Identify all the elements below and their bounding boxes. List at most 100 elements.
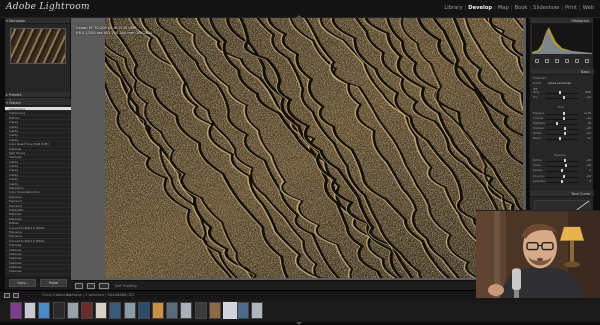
filmstrip-thumbnail[interactable] — [251, 302, 264, 319]
filmstrip-thumbnail[interactable] — [194, 302, 207, 319]
tone-curve-header[interactable]: Tone Curve — [530, 191, 594, 197]
paste-button[interactable]: Paste — [40, 279, 67, 287]
left-panel: Navigator Presets Snapshots History Shar… — [5, 18, 71, 290]
filmstrip-thumbnail[interactable] — [95, 302, 108, 319]
slider-knob[interactable] — [564, 127, 567, 130]
slider-tint[interactable]: Tint +10 — [533, 96, 591, 100]
module-develop[interactable]: Develop — [468, 5, 492, 11]
history-item-label: Shadows — [9, 256, 22, 261]
slider-value[interactable]: +20 — [586, 159, 591, 162]
filmstrip-thumbnail[interactable] — [109, 302, 122, 319]
filmstrip-thumbnail[interactable] — [66, 302, 79, 319]
slider-knob[interactable] — [562, 96, 565, 99]
slider-knob[interactable] — [562, 117, 565, 120]
before-after-icon[interactable] — [87, 283, 95, 289]
slider-knob[interactable] — [561, 180, 563, 183]
slider-temp[interactable]: Temp 4850 — [533, 91, 591, 95]
slider-track[interactable] — [546, 161, 578, 162]
filmstrip-thumbnail[interactable] — [208, 302, 221, 319]
slider-texture[interactable]: Texture +20 — [533, 159, 591, 163]
history-item-label: Clarity — [9, 159, 19, 164]
soft-proofing-toggle[interactable]: Soft Proofing — [115, 284, 137, 288]
slider-contrast[interactable]: Contrast +10 — [533, 117, 591, 121]
slider-value[interactable]: 4850 — [585, 91, 591, 94]
filmstrip-thumbnail[interactable] — [237, 302, 250, 319]
profile-dropdown[interactable]: Adobe Landscape — [548, 82, 571, 85]
slider-dehaze[interactable]: Dehaze 0 — [533, 169, 591, 173]
slider-track[interactable] — [546, 134, 578, 135]
history-header[interactable]: History — [5, 100, 71, 106]
filmstrip-thumbnail[interactable] — [180, 302, 193, 319]
slider-value[interactable]: +10 — [586, 117, 591, 120]
slider-knob[interactable] — [556, 122, 559, 125]
spot-removal-icon[interactable] — [545, 59, 549, 63]
slider-track[interactable] — [546, 166, 578, 167]
slider-knob[interactable] — [559, 91, 562, 94]
module-map[interactable]: Map — [498, 5, 509, 11]
module-book[interactable]: Book — [515, 5, 528, 11]
main-canvas: Canon EF 70-200 f/2.8L IS III USM f/8.0 … — [71, 18, 526, 280]
crop-tool-icon[interactable] — [535, 59, 539, 63]
filmstrip-thumbnail[interactable] — [123, 302, 136, 319]
histogram-label: Histogram — [571, 19, 589, 23]
slider-value[interactable]: +10 — [586, 96, 591, 99]
filmstrip-thumbnail[interactable] — [137, 302, 150, 319]
adjustment-brush-icon[interactable] — [585, 59, 589, 63]
second-window-icon[interactable] — [13, 293, 19, 298]
filmstrip-thumbnail[interactable] — [52, 302, 65, 319]
slider-value[interactable]: 0 — [589, 169, 591, 172]
slider-saturation[interactable]: Saturation 0 — [533, 180, 591, 184]
slider-value[interactable]: +0.35 — [584, 112, 591, 115]
copy-button[interactable]: Copy... — [9, 279, 36, 287]
grid-view-icon[interactable] — [4, 293, 10, 298]
slider-value[interactable]: 0 — [589, 180, 591, 183]
slider-knob[interactable] — [564, 164, 567, 167]
slider-exposure[interactable]: Exposure +0.35 — [533, 112, 591, 116]
navigator-preview[interactable] — [9, 28, 66, 64]
slider-value[interactable]: +25 — [586, 164, 591, 167]
slider-track[interactable] — [546, 139, 578, 140]
filmstrip-thumbnail[interactable] — [152, 302, 164, 319]
module-web[interactable]: Web — [583, 5, 594, 11]
slider-knob[interactable] — [562, 112, 565, 115]
history-item-label: Clarity — [9, 128, 19, 133]
slider-knob[interactable] — [563, 132, 566, 135]
slider-track[interactable] — [546, 93, 578, 94]
filmstrip-thumbnail[interactable] — [166, 302, 179, 319]
slider-clarity[interactable]: Clarity +25 — [533, 164, 591, 168]
photo-preview[interactable] — [105, 18, 523, 278]
filmstrip-thumbnail[interactable] — [81, 302, 93, 319]
slider-track[interactable] — [546, 124, 578, 125]
before-after-split-icon[interactable] — [99, 283, 109, 289]
slider-vibrance[interactable]: Vibrance +10 — [533, 175, 591, 179]
slider-value[interactable]: -30 — [587, 122, 591, 125]
red-eye-icon[interactable] — [555, 59, 559, 63]
slider-track[interactable] — [546, 129, 578, 130]
slider-knob[interactable] — [561, 169, 563, 172]
history-item[interactable]: Whites — [5, 274, 71, 275]
graduated-filter-icon[interactable] — [565, 59, 569, 63]
slider-highlights[interactable]: Highlights -30 — [533, 122, 591, 126]
loupe-view-icon[interactable] — [75, 283, 83, 289]
slider-value[interactable]: +15 — [586, 132, 591, 135]
filmstrip-thumbnail[interactable] — [38, 302, 51, 319]
basic-header[interactable]: Basic — [530, 69, 594, 75]
slider-value[interactable]: +10 — [586, 175, 591, 178]
history-item-label: Shadows — [9, 269, 22, 274]
filmstrip-thumbnail[interactable] — [24, 302, 37, 319]
slider-knob[interactable] — [559, 137, 562, 140]
slider-value[interactable]: -10 — [587, 137, 591, 140]
module-slideshow[interactable]: Slideshow — [533, 5, 559, 11]
slider-whites[interactable]: Whites +15 — [533, 132, 591, 136]
slider-knob[interactable] — [562, 175, 565, 178]
module-print[interactable]: Print — [565, 5, 577, 11]
module-library[interactable]: Library — [444, 5, 462, 11]
radial-filter-icon[interactable] — [575, 59, 579, 63]
slider-value[interactable]: +20 — [586, 127, 591, 130]
slider-knob[interactable] — [564, 159, 567, 162]
slider-blacks[interactable]: Blacks -10 — [533, 137, 591, 141]
filmstrip-thumbnail[interactable] — [10, 302, 22, 319]
slider-shadows[interactable]: Shadows +20 — [533, 127, 591, 131]
histogram-graph[interactable] — [532, 24, 592, 54]
navigator-header[interactable]: Navigator — [5, 18, 70, 24]
